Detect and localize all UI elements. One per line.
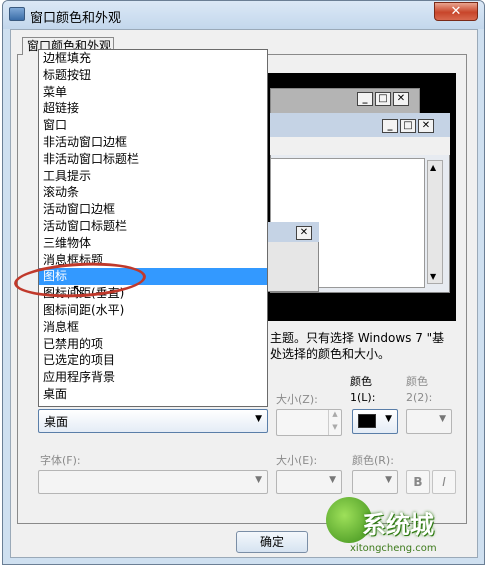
dropdown-item[interactable]: 三维物体: [39, 235, 267, 252]
dropdown-item[interactable]: 应用程序背景: [39, 369, 267, 386]
dropdown-item[interactable]: 工具提示: [39, 168, 267, 185]
color1-label-a: 颜色: [350, 375, 372, 388]
preview-menu-bar: [270, 137, 450, 155]
description-text: 主题。只有选择 Windows 7 "基 处选择的颜色和大小。: [270, 330, 444, 362]
italic-button[interactable]: I: [432, 470, 456, 494]
minimize-icon: _: [382, 119, 398, 133]
ok-button[interactable]: 确定: [236, 531, 308, 553]
color2-picker[interactable]: ▼: [406, 409, 452, 434]
dropdown-item[interactable]: 菜单: [39, 84, 267, 101]
chevron-down-icon: ▼: [329, 475, 336, 485]
close-icon: ✕: [418, 119, 434, 133]
chevron-down-icon: ▼: [385, 475, 392, 485]
font-label: 字体(F):: [40, 454, 81, 467]
chevron-down-icon: ▼: [255, 475, 262, 485]
size-label: 大小(Z):: [276, 393, 318, 406]
dropdown-item[interactable]: 活动窗口标题栏: [39, 218, 267, 235]
font-color-label: 颜色(R):: [352, 454, 394, 467]
dropdown-item[interactable]: 非活动窗口边框: [39, 134, 267, 151]
mouse-cursor-icon: ↖: [72, 282, 84, 298]
preview-inactive-caption-buttons: _ □ ✕: [357, 92, 409, 106]
item-select[interactable]: 桌面 ▼: [38, 409, 268, 433]
dropdown-item[interactable]: 标题按钮: [39, 67, 267, 84]
close-icon: ✕: [393, 92, 409, 106]
color1-label-b: 1(L):: [350, 391, 376, 404]
window-title: 窗口颜色和外观: [30, 11, 122, 26]
color2-label-b: 2(2):: [406, 391, 433, 404]
scroll-down-icon: ▼: [430, 272, 437, 281]
chevron-down-icon: ▼: [439, 414, 446, 424]
item-dropdown-list[interactable]: 边框填充 标题按钮 菜单 超链接 窗口 非活动窗口边框 非活动窗口标题栏 工具提示 滚动条 活动窗…: [38, 49, 268, 407]
close-button[interactable]: ✕: [434, 2, 478, 21]
dropdown-item[interactable]: 消息框: [39, 319, 267, 336]
watermark-text: 系统城: [362, 511, 434, 539]
font-size-label: 大小(E):: [276, 454, 318, 467]
description-line-1: 主题。只有选择 Windows 7 "基: [270, 331, 445, 345]
font-select[interactable]: ▼: [38, 470, 268, 494]
color2-label-a: 颜色: [406, 375, 428, 388]
window-icon: [9, 7, 25, 21]
scroll-up-icon: ▲: [430, 163, 437, 172]
close-icon: ✕: [296, 226, 312, 240]
dropdown-item[interactable]: 活动窗口边框: [39, 201, 267, 218]
watermark-url: xitongcheng.com: [350, 543, 437, 554]
chevron-down-icon: ▼: [385, 414, 392, 424]
font-color-picker[interactable]: ▼: [352, 470, 398, 494]
preview-scrollbar: ▲ ▼: [427, 160, 443, 284]
dropdown-item[interactable]: 已选定的项目: [39, 352, 267, 369]
dropdown-item[interactable]: 滚动条: [39, 184, 267, 201]
item-select-value: 桌面: [44, 415, 69, 429]
dropdown-item[interactable]: 桌面: [39, 386, 267, 403]
font-size-select[interactable]: ▼: [276, 470, 342, 494]
dropdown-item[interactable]: 超链接: [39, 100, 267, 117]
dropdown-item[interactable]: 边框填充: [39, 50, 267, 67]
preview-active-caption-buttons: _ □ ✕: [382, 119, 434, 133]
dropdown-item[interactable]: 非活动窗口标题栏: [39, 151, 267, 168]
dropdown-item[interactable]: 消息框标题: [39, 252, 267, 269]
maximize-icon: □: [400, 119, 416, 133]
dropdown-item[interactable]: 窗口: [39, 117, 267, 134]
chevron-down-icon: ▼: [255, 414, 262, 424]
color1-swatch: [358, 414, 376, 428]
size-input[interactable]: ▲ ▼: [276, 409, 342, 436]
description-line-2: 处选择的颜色和大小。: [270, 347, 391, 361]
dropdown-item[interactable]: 已禁用的项: [39, 336, 267, 353]
maximize-icon: □: [375, 92, 391, 106]
spin-down-icon[interactable]: ▼: [328, 423, 341, 435]
spin-up-icon[interactable]: ▲: [328, 410, 341, 423]
bold-button[interactable]: B: [406, 470, 430, 494]
title-bar[interactable]: 窗口颜色和外观 ✕: [3, 1, 484, 29]
minimize-icon: _: [357, 92, 373, 106]
dropdown-item[interactable]: 图标间距(水平): [39, 302, 267, 319]
